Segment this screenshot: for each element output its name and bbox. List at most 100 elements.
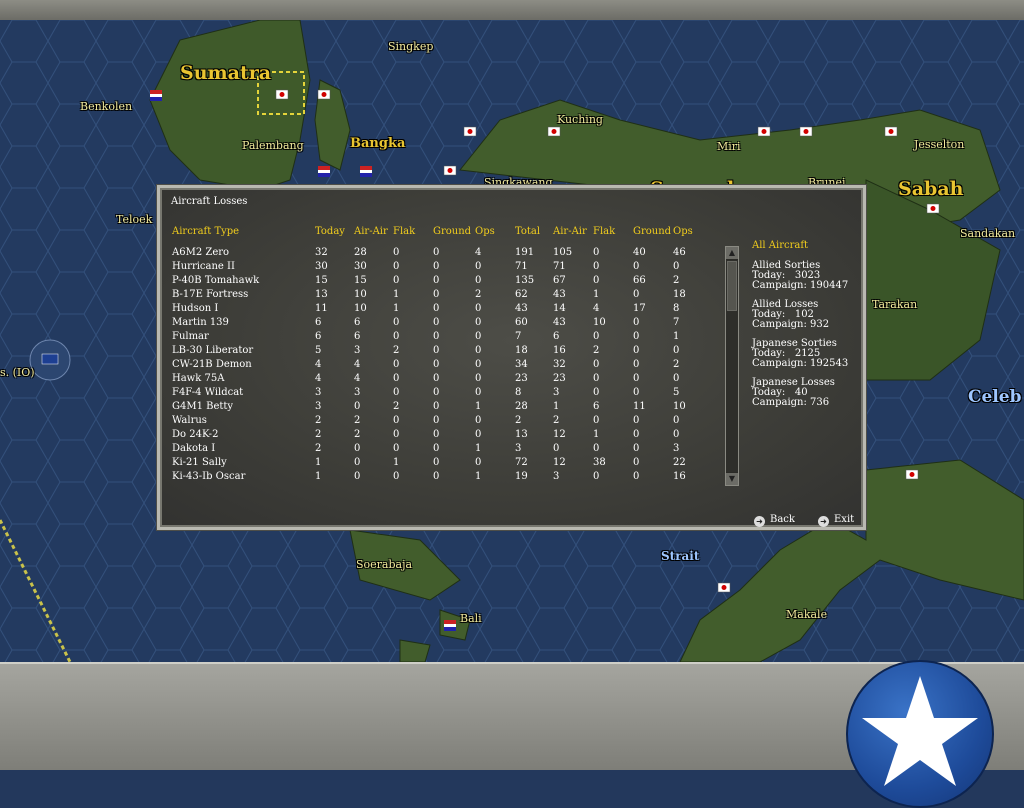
label-miri: Miri xyxy=(717,140,741,153)
loss-value-cell: 6 xyxy=(354,317,361,328)
loss-value-cell: 1 xyxy=(315,471,322,482)
aircraft-type-cell: A6M2 Zero xyxy=(172,247,230,258)
loss-value-cell: 4 xyxy=(315,359,322,370)
loss-value-cell: 0 xyxy=(475,317,482,328)
table-row[interactable]: CW-21B Demon 4 4 0 0 0 34 32 0 0 2 xyxy=(172,358,712,371)
scroll-thumb[interactable] xyxy=(727,261,737,311)
loss-value-cell: 0 xyxy=(433,317,440,328)
table-scrollbar[interactable]: ▲ ▼ xyxy=(725,246,739,486)
aircraft-type-cell: Hudson I xyxy=(172,303,219,314)
loss-value-cell: 5 xyxy=(315,345,322,356)
table-row[interactable]: Martin 139 6 6 0 0 0 60 43 10 0 7 xyxy=(172,316,712,329)
column-header: Flak xyxy=(593,226,616,237)
table-row[interactable]: B-17E Fortress 13 10 1 0 2 62 43 1 0 18 xyxy=(172,288,712,301)
loss-value-cell: 10 xyxy=(593,317,606,328)
loss-value-cell: 14 xyxy=(553,303,566,314)
loss-value-cell: 43 xyxy=(553,289,566,300)
label-strait: Strait xyxy=(661,549,700,563)
loss-value-cell: 0 xyxy=(673,415,680,426)
aircraft-type-cell: Ki-21 Sally xyxy=(172,457,227,468)
loss-value-cell: 3 xyxy=(673,443,680,454)
loss-value-cell: 0 xyxy=(393,275,400,286)
loss-value-cell: 1 xyxy=(393,457,400,468)
table-row[interactable]: Fulmar 6 6 0 0 0 7 6 0 0 1 xyxy=(172,330,712,343)
table-row[interactable]: Dakota I 2 0 0 0 1 3 0 0 0 3 xyxy=(172,442,712,455)
loss-value-cell: 32 xyxy=(553,359,566,370)
table-row[interactable]: Walrus 2 2 0 0 0 2 2 0 0 0 xyxy=(172,414,712,427)
loss-value-cell: 5 xyxy=(673,387,680,398)
table-row[interactable]: F4F-4 Wildcat 3 3 0 0 0 8 3 0 0 5 xyxy=(172,386,712,399)
loss-value-cell: 0 xyxy=(475,275,482,286)
loss-value-cell: 1 xyxy=(393,289,400,300)
loss-value-cell: 18 xyxy=(673,289,686,300)
top-bar xyxy=(0,0,1024,21)
label-jesselton: Jesselton xyxy=(914,138,965,151)
loss-value-cell: 10 xyxy=(673,401,686,412)
loss-value-cell: 2 xyxy=(393,401,400,412)
loss-value-cell: 0 xyxy=(633,415,640,426)
label-teloek: Teloek xyxy=(116,213,153,226)
label-benkolen: Benkolen xyxy=(80,100,133,113)
table-row[interactable]: Ki-43-Ib Oscar 1 0 0 0 1 19 3 0 0 16 xyxy=(172,470,712,483)
loss-value-cell: 105 xyxy=(553,247,573,258)
label-tarakan: Tarakan xyxy=(872,298,918,311)
loss-value-cell: 30 xyxy=(354,261,367,272)
loss-value-cell: 0 xyxy=(593,471,600,482)
loss-value-cell: 191 xyxy=(515,247,535,258)
table-row[interactable]: G4M1 Betty 3 0 2 0 1 28 1 6 11 10 xyxy=(172,400,712,413)
loss-value-cell: 0 xyxy=(633,261,640,272)
loss-value-cell: 18 xyxy=(515,345,528,356)
table-row[interactable]: Hawk 75A 4 4 0 0 0 23 23 0 0 0 xyxy=(172,372,712,385)
loss-value-cell: 3 xyxy=(354,387,361,398)
loss-value-cell: 0 xyxy=(593,359,600,370)
table-row[interactable]: Ki-21 Sally 1 0 1 0 0 72 12 38 0 22 xyxy=(172,456,712,469)
loss-value-cell: 8 xyxy=(673,303,680,314)
table-row[interactable]: Hudson I 11 10 1 0 0 43 14 4 17 8 xyxy=(172,302,712,315)
loss-value-cell: 0 xyxy=(475,429,482,440)
loss-value-cell: 2 xyxy=(354,429,361,440)
loss-value-cell: 66 xyxy=(633,275,646,286)
triangle-down-icon[interactable]: ▼ xyxy=(726,472,738,485)
loss-value-cell: 15 xyxy=(315,275,328,286)
loss-value-cell: 17 xyxy=(633,303,646,314)
loss-value-cell: 0 xyxy=(475,261,482,272)
loss-value-cell: 0 xyxy=(593,373,600,384)
loss-value-cell: 71 xyxy=(515,261,528,272)
exit-button[interactable]: ➜ Exit xyxy=(818,514,854,527)
summary-block: Japanese Sorties Today: 2125 Campaign: 192… xyxy=(752,339,862,369)
loss-value-cell: 1 xyxy=(475,401,482,412)
loss-value-cell: 0 xyxy=(593,275,600,286)
loss-value-cell: 2 xyxy=(354,415,361,426)
aircraft-type-cell: LB-30 Liberator xyxy=(172,345,254,356)
arrow-circle-icon: ➜ xyxy=(818,516,829,527)
loss-value-cell: 0 xyxy=(433,359,440,370)
loss-value-cell: 0 xyxy=(393,261,400,272)
summary-block: Japanese Losses Today: 40 Campaign: 736 xyxy=(752,378,862,408)
loss-value-cell: 10 xyxy=(354,289,367,300)
aircraft-type-cell: Martin 139 xyxy=(172,317,229,328)
loss-value-cell: 0 xyxy=(593,261,600,272)
table-row[interactable]: Hurricane II 30 30 0 0 0 71 71 0 0 0 xyxy=(172,260,712,273)
loss-value-cell: 0 xyxy=(673,429,680,440)
table-row[interactable]: Do 24K-2 2 2 0 0 0 13 12 1 0 0 xyxy=(172,428,712,441)
loss-value-cell: 0 xyxy=(393,331,400,342)
table-row[interactable]: A6M2 Zero 32 28 0 0 4 191 105 0 40 46 xyxy=(172,246,712,259)
aircraft-type-cell: F4F-4 Wildcat xyxy=(172,387,244,398)
column-header: Ground xyxy=(633,226,672,237)
loss-value-cell: 0 xyxy=(475,345,482,356)
column-header: Air-Air xyxy=(553,226,587,237)
back-button[interactable]: ➜ Back xyxy=(754,514,795,527)
loss-value-cell: 6 xyxy=(315,331,322,342)
loss-value-cell: 2 xyxy=(515,415,522,426)
loss-value-cell: 1 xyxy=(673,331,680,342)
loss-value-cell: 38 xyxy=(593,457,606,468)
table-row[interactable]: LB-30 Liberator 5 3 2 0 0 18 16 2 0 0 xyxy=(172,344,712,357)
table-row[interactable]: P-40B Tomahawk 15 15 0 0 0 135 67 0 66 2 xyxy=(172,274,712,287)
loss-value-cell: 0 xyxy=(433,457,440,468)
column-header: Ops xyxy=(475,226,495,237)
loss-value-cell: 0 xyxy=(593,387,600,398)
panel-title: Aircraft Losses xyxy=(171,196,248,207)
loss-value-cell: 2 xyxy=(593,345,600,356)
triangle-up-icon[interactable]: ▲ xyxy=(726,247,738,260)
loss-value-cell: 23 xyxy=(515,373,528,384)
